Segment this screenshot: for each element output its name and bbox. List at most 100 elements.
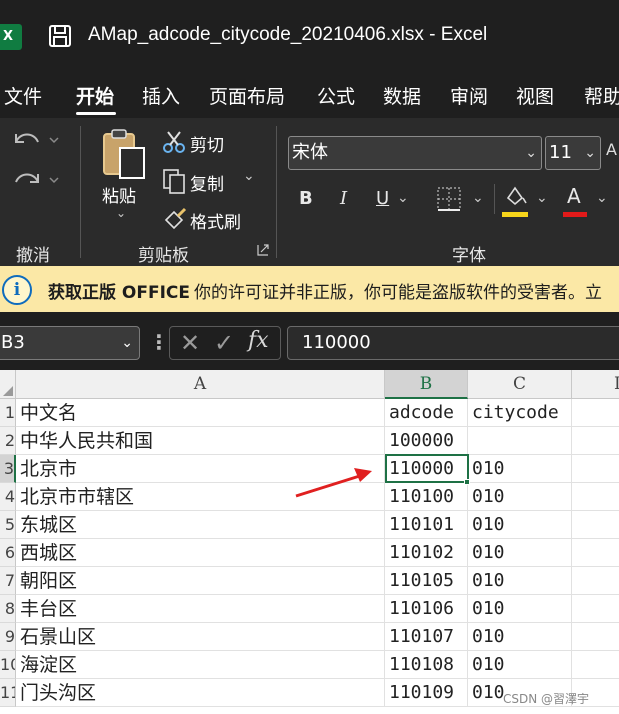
select-all-button[interactable] [0, 370, 16, 399]
redo-icon[interactable] [10, 166, 60, 196]
table-cell[interactable]: adcode [385, 399, 468, 427]
cut-icon[interactable] [162, 130, 186, 154]
tab-file[interactable]: 文件 [4, 82, 42, 109]
insert-function-icon[interactable]: fx [248, 328, 269, 353]
row-header[interactable]: 9 [0, 623, 16, 651]
table-cell[interactable]: 010 [468, 539, 572, 567]
table-cell[interactable] [572, 539, 619, 567]
copy-button[interactable]: 复制 [190, 170, 224, 195]
fill-handle[interactable] [464, 479, 470, 485]
table-cell[interactable]: 010 [468, 567, 572, 595]
table-cell[interactable]: 100000 [385, 427, 468, 455]
table-cell[interactable]: 海淀区 [16, 651, 385, 679]
row-header[interactable]: 1 [0, 399, 16, 427]
chevron-down-icon[interactable]: ⌄ [121, 327, 133, 359]
fill-color-dropdown-icon[interactable]: ⌄ [536, 190, 548, 206]
table-cell[interactable]: 110108 [385, 651, 468, 679]
table-cell[interactable] [468, 427, 572, 455]
table-cell[interactable] [572, 651, 619, 679]
get-genuine-office-link[interactable]: 获取正版 OFFICE [48, 278, 190, 303]
font-size-select[interactable]: 11 ⌄ [545, 136, 601, 170]
table-cell[interactable]: 010 [468, 651, 572, 679]
table-cell[interactable] [572, 427, 619, 455]
underline-dropdown-icon[interactable]: ⌄ [397, 190, 409, 206]
row-header[interactable]: 7 [0, 567, 16, 595]
format-painter-button[interactable]: 格式刷 [190, 208, 241, 233]
dialog-launcher-icon[interactable] [257, 244, 269, 256]
tab-view[interactable]: 视图 [516, 82, 554, 109]
paste-dropdown-icon[interactable]: ⌄ [116, 206, 126, 220]
tab-page-layout[interactable]: 页面布局 [209, 82, 285, 109]
more-options-icon[interactable]: ⋮ [149, 330, 169, 354]
table-cell[interactable] [572, 623, 619, 651]
row-header[interactable]: 2 [0, 427, 16, 455]
row-header[interactable]: 5 [0, 511, 16, 539]
row-header[interactable]: 6 [0, 539, 16, 567]
table-cell[interactable]: 110101 [385, 511, 468, 539]
table-cell[interactable]: 门头沟区 [16, 679, 385, 707]
table-cell[interactable] [572, 455, 619, 483]
table-cell[interactable]: 北京市 [16, 455, 385, 483]
table-cell[interactable]: 010 [468, 623, 572, 651]
formula-input[interactable]: 110000 [287, 326, 619, 360]
font-name-select[interactable]: 宋体 ⌄ [288, 136, 542, 170]
row-header[interactable]: 8 [0, 595, 16, 623]
table-cell[interactable]: 石景山区 [16, 623, 385, 651]
table-cell[interactable]: 110106 [385, 595, 468, 623]
fill-color-icon[interactable] [502, 184, 528, 214]
table-cell[interactable]: 朝阳区 [16, 567, 385, 595]
row-header[interactable]: 3 [0, 455, 16, 483]
table-cell[interactable]: 110105 [385, 567, 468, 595]
format-painter-icon[interactable] [162, 206, 188, 230]
bold-button[interactable]: B [299, 188, 313, 209]
table-cell[interactable] [572, 483, 619, 511]
table-cell[interactable]: 东城区 [16, 511, 385, 539]
copy-dropdown-icon[interactable]: ⌄ [243, 168, 255, 184]
table-cell[interactable]: 010 [468, 483, 572, 511]
tab-insert[interactable]: 插入 [142, 82, 180, 109]
italic-button[interactable]: I [340, 188, 347, 209]
column-header-c[interactable]: C [468, 370, 572, 399]
tab-home[interactable]: 开始 [76, 82, 114, 109]
table-cell[interactable]: 010 [468, 511, 572, 539]
table-cell[interactable]: 110107 [385, 623, 468, 651]
table-cell[interactable]: 中文名 [16, 399, 385, 427]
paste-icon[interactable] [100, 128, 148, 182]
table-cell[interactable]: citycode [468, 399, 572, 427]
table-cell[interactable]: 110000 [385, 455, 468, 483]
underline-button[interactable]: U [376, 188, 389, 209]
table-cell[interactable]: 010 [468, 595, 572, 623]
cancel-icon[interactable]: ✕ [180, 329, 200, 357]
tab-formulas[interactable]: 公式 [317, 82, 355, 109]
font-color-button[interactable]: A [567, 184, 581, 208]
table-cell[interactable]: 丰台区 [16, 595, 385, 623]
row-header[interactable]: 4 [0, 483, 16, 511]
table-cell[interactable] [572, 399, 619, 427]
save-icon[interactable] [48, 24, 72, 48]
table-cell[interactable]: 西城区 [16, 539, 385, 567]
table-cell[interactable] [572, 511, 619, 539]
tab-data[interactable]: 数据 [383, 82, 421, 109]
row-header[interactable]: 11 [0, 679, 16, 707]
column-header-b[interactable]: B [385, 370, 468, 399]
table-cell[interactable] [572, 595, 619, 623]
borders-icon[interactable] [436, 186, 462, 212]
table-cell[interactable]: 北京市市辖区 [16, 483, 385, 511]
undo-icon[interactable] [10, 126, 60, 156]
table-cell[interactable]: 110102 [385, 539, 468, 567]
column-header-d[interactable]: D [572, 370, 619, 399]
table-cell[interactable]: 中华人民共和国 [16, 427, 385, 455]
increase-font-size-icon[interactable]: A [606, 140, 617, 159]
cut-button[interactable]: 剪切 [190, 131, 224, 156]
table-cell[interactable] [572, 567, 619, 595]
paste-button-label[interactable]: 粘贴 [102, 182, 136, 207]
column-header-a[interactable]: A [16, 370, 385, 399]
font-color-dropdown-icon[interactable]: ⌄ [596, 190, 608, 206]
copy-icon[interactable] [162, 168, 186, 194]
table-cell[interactable]: 010 [468, 455, 572, 483]
enter-icon[interactable]: ✓ [214, 329, 234, 357]
row-header[interactable]: 10 [0, 651, 16, 679]
table-cell[interactable]: 110100 [385, 483, 468, 511]
borders-dropdown-icon[interactable]: ⌄ [472, 190, 484, 206]
tab-review[interactable]: 审阅 [450, 82, 488, 109]
